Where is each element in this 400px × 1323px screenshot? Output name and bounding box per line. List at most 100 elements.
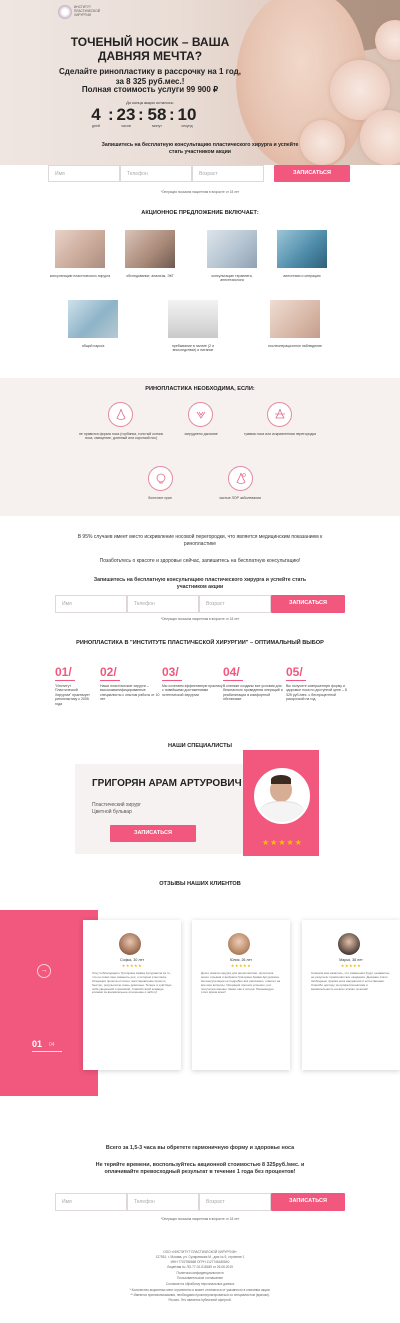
footer-line: ** Имеются противопоказания, необходимо … xyxy=(130,1293,270,1297)
reviewer-avatar xyxy=(338,933,360,955)
advantage-text: Наши пластические хирурги – высококвалиф… xyxy=(100,684,160,702)
hero-full-price: Полная стоимость услуги 99 900 ₽ xyxy=(81,85,219,94)
specialist-coat xyxy=(260,801,304,822)
specialist-signup-button[interactable]: ЗАПИСАТЬСЯ xyxy=(110,825,196,842)
footer-line: 127051, г. Москва, ул. Сухаревская М., д… xyxy=(155,1255,245,1259)
name-field[interactable]: Имя xyxy=(48,165,120,182)
flower-image xyxy=(360,110,400,165)
consent-link[interactable]: Согласие на обработку персональных данны… xyxy=(0,1282,400,1286)
review-stars: ★★★★★ xyxy=(230,963,252,968)
name-field[interactable]: Имя xyxy=(55,595,127,613)
phone-field[interactable]: Телефон xyxy=(120,165,192,182)
countdown-separator: : xyxy=(108,105,114,124)
age-field[interactable]: Возраст xyxy=(192,165,264,182)
logo-icon[interactable] xyxy=(58,5,72,19)
slider-progress xyxy=(32,1051,62,1052)
offer-caption: консультацию пластического хирурга xyxy=(49,274,111,278)
terms-link[interactable]: Пользовательское соглашение xyxy=(0,1276,400,1280)
countdown-seconds: 10 xyxy=(177,105,197,124)
review-stars: ★★★★★ xyxy=(121,963,143,968)
indication-caption: затруднено дыхание xyxy=(184,432,218,436)
indication-caption: не нравится форма носа (горбинка, толсты… xyxy=(78,432,163,441)
submit-button[interactable]: ЗАПИСАТЬСЯ xyxy=(271,1193,345,1211)
snoring-icon xyxy=(148,466,173,491)
advantage-text: "Институт Пластической Хирургии" практик… xyxy=(55,684,90,706)
review-card: Юлия, 26 лет ★★★★★ Долго искала хирурга … xyxy=(192,920,290,1070)
logo-text: ИНСТИТУТ ПЛАСТИЧЕСКОЙ ХИРУРГИИ xyxy=(74,5,101,17)
indication-caption: болезнит храп xyxy=(148,496,172,500)
advantage-text: Мы сочетаем эффективную практику с новей… xyxy=(162,684,223,697)
advantage-number: 04/ xyxy=(223,665,240,679)
divider xyxy=(55,680,75,681)
countdown-separator: : xyxy=(138,105,144,124)
review-card: Софья, 30 лет ★★★★★ Хочу поблагодарить Г… xyxy=(83,920,181,1070)
age-field[interactable]: Возраст xyxy=(199,595,271,613)
offer-photo-surgery xyxy=(277,230,327,268)
phone-field[interactable]: Телефон xyxy=(127,1193,199,1211)
countdown-separator: : xyxy=(169,105,175,124)
offer-caption: анестезию и операцию xyxy=(283,274,321,278)
age-note: *Операция показана пациентам в возрасте … xyxy=(160,190,240,194)
hero-cta-text: Запишитесь на бесплатную консультацию пл… xyxy=(101,142,299,155)
signup-form-middle: Имя Телефон Возраст ЗАПИСАТЬСЯ xyxy=(55,595,345,613)
specialist-rating: ★★★★★ xyxy=(262,838,303,847)
info-line-1: В 95% случаев имеет место искривление но… xyxy=(77,534,323,547)
signup-form-top: Имя Телефон Возраст ЗАПИСАТЬСЯ xyxy=(48,165,350,182)
reviews-title: ОТЗЫВЫ НАШИХ КЛИЕНТОВ xyxy=(159,881,241,887)
specialist-role: Пластический хирург xyxy=(92,802,141,808)
footer-line: * Количество акционных мест ограничено и… xyxy=(129,1288,271,1292)
offer-photo-observation xyxy=(270,300,320,338)
review-text: Хочу поблагодарить Григоряна Арама Артур… xyxy=(92,972,172,995)
next-arrow-icon[interactable]: → xyxy=(37,964,51,978)
nose-injury-icon xyxy=(267,402,292,427)
reviewer-avatar xyxy=(119,933,141,955)
specialist-photo xyxy=(254,768,310,824)
slider-current: 01 xyxy=(32,1039,43,1049)
age-note: *Операция показана пациентам в возрасте … xyxy=(160,617,240,621)
phone-field[interactable]: Телефон xyxy=(127,595,199,613)
age-field[interactable]: Возраст xyxy=(199,1193,271,1211)
indication-caption: травма носа или искривленная перегородка xyxy=(244,432,316,436)
offer-photo-anesthesia xyxy=(68,300,118,338)
countdown-hours: 23 xyxy=(116,105,136,124)
advantage-number: 05/ xyxy=(286,665,303,679)
submit-button[interactable]: ЗАПИСАТЬСЯ xyxy=(274,165,350,182)
hero-section: ИНСТИТУТ ПЛАСТИЧЕСКОЙ ХИРУРГИИ ТОЧЕНЫЙ Н… xyxy=(0,0,400,165)
flower-image xyxy=(300,120,345,165)
slider-total: 04 xyxy=(49,1042,55,1048)
submit-button[interactable]: ЗАПИСАТЬСЯ xyxy=(271,595,345,613)
breathing-icon xyxy=(188,402,213,427)
review-text: Сначала мне казалось, что изменения буду… xyxy=(311,972,391,991)
age-note: *Операция показана пациентам в возрасте … xyxy=(160,1217,240,1221)
advantage-number: 01/ xyxy=(55,665,72,679)
why-title: РИНОПЛАСТИКА В "ИНСТИТУТЕ ПЛАСТИЧЕСКОЙ Х… xyxy=(76,640,324,646)
specialist-hair xyxy=(271,775,291,784)
divider xyxy=(162,680,182,681)
specialists-title: НАШИ СПЕЦИАЛИСТЫ xyxy=(167,743,233,749)
advantage-number: 02/ xyxy=(100,665,117,679)
offer-caption: обследование, анализы, ЭКГ xyxy=(126,274,174,278)
offer-photo-therapist xyxy=(207,230,257,268)
advantage-number: 03/ xyxy=(162,665,179,679)
offer-photo-consultation xyxy=(55,230,105,268)
name-field[interactable]: Имя xyxy=(55,1193,127,1211)
offer-caption: пребывание в палате (2 и впоследствии) и… xyxy=(172,344,214,353)
countdown-minutes: 58 xyxy=(147,105,167,124)
countdown-seconds-label: секунд xyxy=(181,124,193,128)
countdown-days-label: дней xyxy=(91,124,101,128)
footer-line: Лицензия № ЛО-77-01-018185 от 26.06.2019 xyxy=(167,1265,233,1269)
countdown-hours-label: часов xyxy=(121,124,131,128)
review-stars: ★★★★★ xyxy=(340,963,362,968)
final-line-2: Не теряйте времени, воспользуйтесь акцио… xyxy=(95,1162,305,1176)
privacy-link[interactable]: Политика конфиденциальности xyxy=(0,1271,400,1275)
reviewer-name: Марья, 38 лет xyxy=(339,958,363,962)
ent-disease-icon xyxy=(228,466,253,491)
info-cta: Запишитесь на бесплатную консультацию пл… xyxy=(93,577,307,590)
footer-line: Россия. Это является публичной офертой. xyxy=(168,1298,232,1302)
nose-shape-icon xyxy=(108,402,133,427)
signup-form-bottom: Имя Телефон Возраст ЗАПИСАТЬСЯ xyxy=(55,1193,345,1211)
footer-line: ИНН 7702786668 ОГРН 1127746180840 xyxy=(170,1260,230,1264)
divider xyxy=(286,680,306,681)
countdown-minutes-label: минут xyxy=(152,124,162,128)
footer: ООО «ИНСТИТУТ ПЛАСТИЧЕСКОЙ ХИРУРГИИ» 127… xyxy=(0,1250,400,1323)
